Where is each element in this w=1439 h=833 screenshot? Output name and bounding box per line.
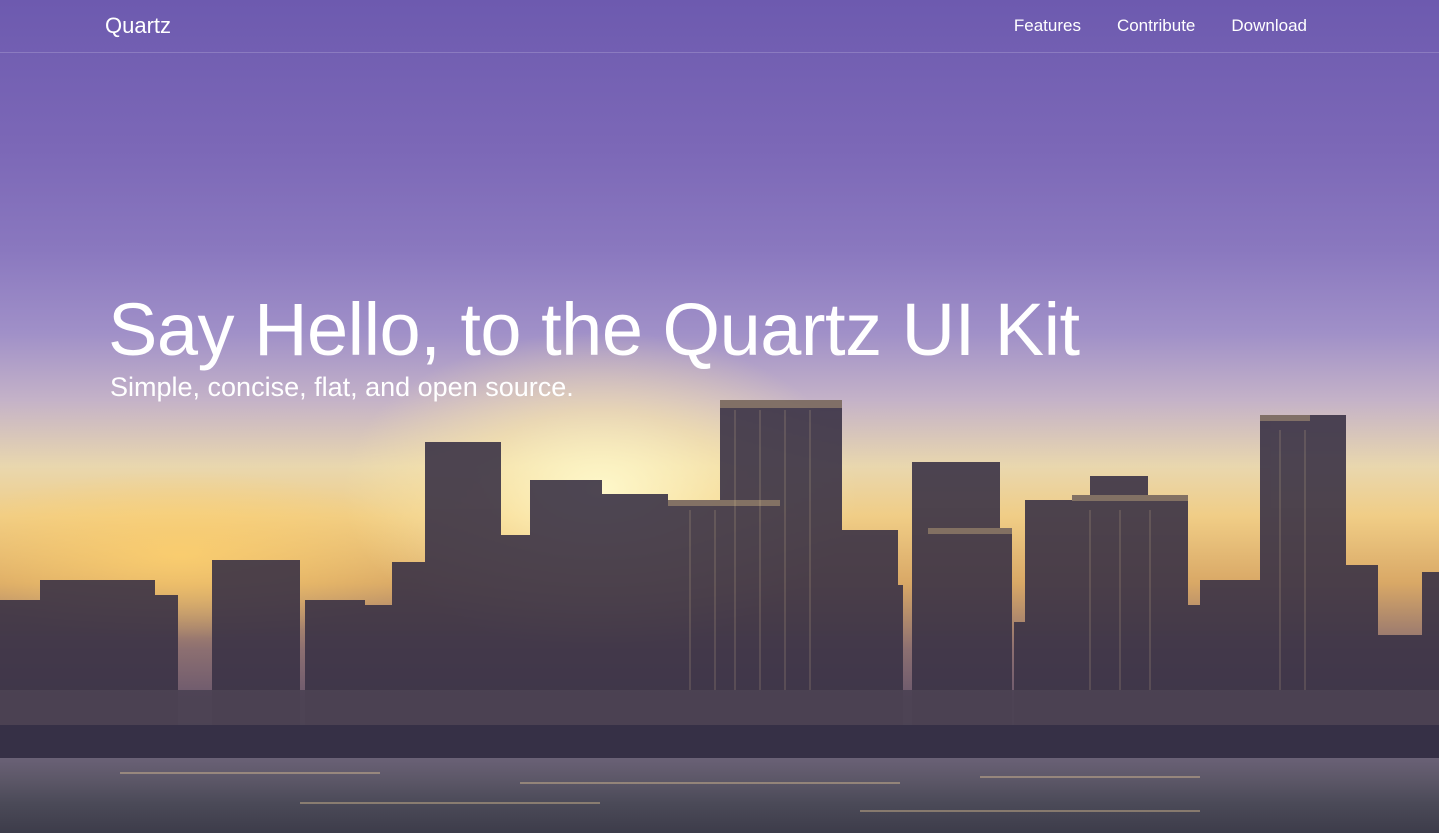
city-skyline-image bbox=[0, 400, 1439, 760]
hero-section: Quartz Features Contribute Download Say … bbox=[0, 0, 1439, 833]
nav-link-contribute[interactable]: Contribute bbox=[1117, 16, 1195, 36]
hero-subheadline: Simple, concise, flat, and open source. bbox=[110, 372, 574, 402]
top-navbar: Quartz Features Contribute Download bbox=[0, 0, 1439, 53]
nav-link-download[interactable]: Download bbox=[1231, 16, 1307, 36]
bay-water bbox=[0, 758, 1439, 833]
brand-logo-link[interactable]: Quartz bbox=[105, 13, 171, 39]
nav-links: Features Contribute Download bbox=[1014, 16, 1307, 36]
nav-link-features[interactable]: Features bbox=[1014, 16, 1081, 36]
hero-headline: Say Hello, to the Quartz UI Kit bbox=[108, 288, 1080, 371]
